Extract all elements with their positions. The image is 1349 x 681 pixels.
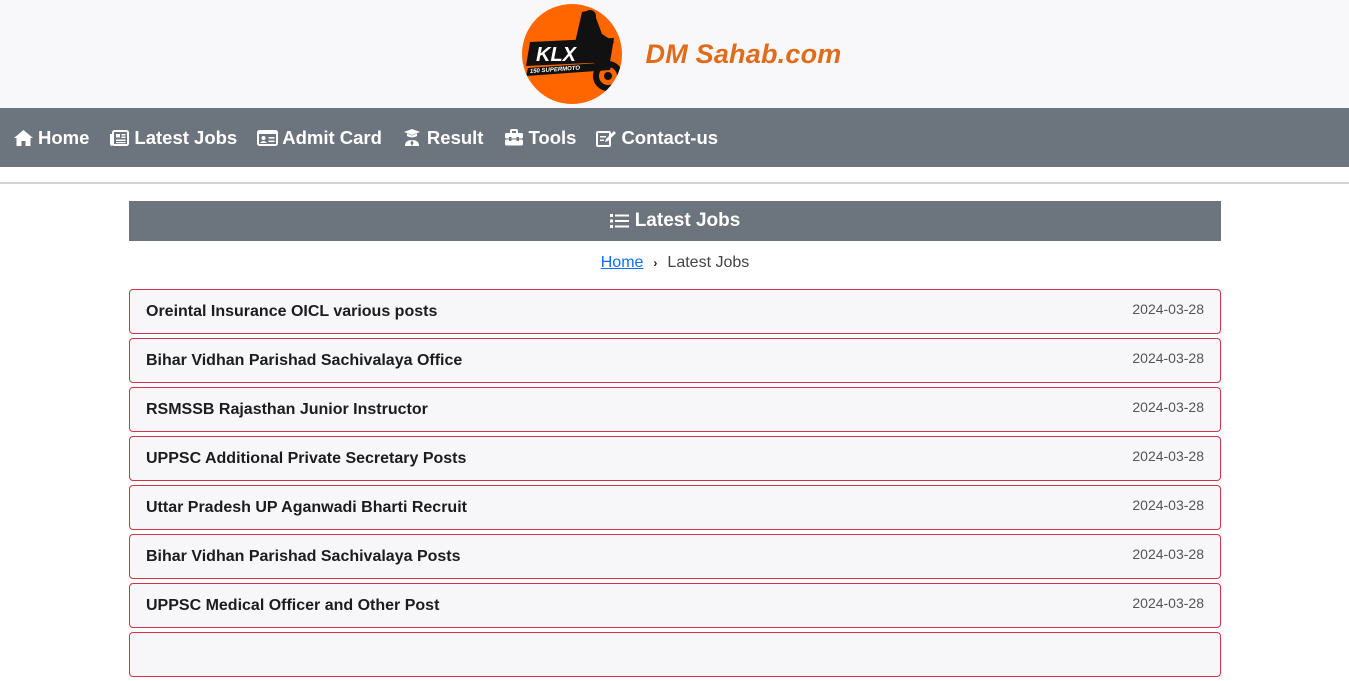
job-title[interactable]: Uttar Pradesh UP Aganwadi Bharti Recruit	[146, 499, 467, 517]
nav-item-home[interactable]: Home	[13, 127, 89, 149]
main-navbar: Home Latest Jobs Admit Card Result Tools…	[0, 108, 1349, 167]
nav-item-contact-us[interactable]: Contact-us	[596, 127, 718, 149]
graduate-icon	[402, 128, 423, 148]
nav-item-label: Tools	[528, 126, 577, 148]
job-date: 2024-03-28	[1132, 448, 1204, 464]
logo-text: KLX	[536, 44, 578, 66]
nav-item-label: Result	[426, 126, 484, 148]
job-title[interactable]: Bihar Vidhan Parishad Sachivalaya Office	[146, 352, 462, 370]
nav-item-latest-jobs[interactable]: Latest Jobs	[109, 127, 237, 149]
breadcrumb-home-link[interactable]: Home	[601, 254, 644, 272]
newspaper-icon	[109, 128, 130, 148]
home-icon	[13, 128, 34, 148]
list-item[interactable]: Bihar Vidhan Parishad Sachivalaya Posts …	[129, 534, 1221, 579]
job-title[interactable]: RSMSSB Rajasthan Junior Instructor	[146, 401, 428, 419]
list-item[interactable]: Bihar Vidhan Parishad Sachivalaya Office…	[129, 338, 1221, 383]
job-title[interactable]: Bihar Vidhan Parishad Sachivalaya Posts	[146, 548, 461, 566]
job-date: 2024-03-28	[1132, 546, 1204, 562]
section-title-text: Latest Jobs	[634, 210, 741, 231]
id-card-icon	[257, 128, 279, 148]
nav-item-result[interactable]: Result	[402, 126, 484, 149]
nav-item-label: Home	[38, 126, 90, 148]
section-title-bar: Latest Jobs	[129, 201, 1221, 241]
breadcrumb-current: Latest Jobs	[667, 254, 750, 271]
nav-item-label: Admit Card	[282, 126, 382, 148]
job-title[interactable]: UPPSC Medical Officer and Other Post	[146, 597, 439, 615]
list-item[interactable]: UPPSC Additional Private Secretary Posts…	[129, 436, 1221, 481]
list-item[interactable]: UPPSC Medical Officer and Other Post 202…	[129, 583, 1221, 628]
toolbox-icon	[503, 128, 524, 148]
nav-item-tools[interactable]: Tools	[503, 127, 576, 149]
nav-item-label: Latest Jobs	[134, 126, 238, 148]
main-content: Latest Jobs Home › Latest Jobs Oreintal …	[129, 201, 1221, 681]
site-logo[interactable]: KLX 150 SUPERMOTO	[521, 4, 622, 104]
breadcrumb: Home › Latest Jobs	[129, 241, 1221, 285]
job-date: 2024-03-28	[1132, 595, 1204, 611]
header-divider	[0, 182, 1349, 184]
list-icon	[609, 213, 629, 229]
edit-icon	[596, 128, 617, 148]
job-date: 2024-03-28	[1132, 301, 1204, 317]
motorbike-logo-icon: KLX 150 SUPERMOTO	[525, 10, 622, 91]
job-title[interactable]: UPPSC Additional Private Secretary Posts	[146, 450, 466, 468]
list-item[interactable]: Uttar Pradesh UP Aganwadi Bharti Recruit…	[129, 485, 1221, 530]
nav-item-label: Contact-us	[621, 126, 719, 148]
job-date: 2024-03-28	[1132, 399, 1204, 415]
job-list: Oreintal Insurance OICL various posts 20…	[129, 289, 1221, 677]
site-name[interactable]: DM Sahab.com	[646, 39, 842, 70]
nav-item-admit-card[interactable]: Admit Card	[257, 127, 382, 149]
list-item[interactable]: RSMSSB Rajasthan Junior Instructor 2024-…	[129, 387, 1221, 432]
list-item[interactable]: Oreintal Insurance OICL various posts 20…	[129, 289, 1221, 334]
job-date: 2024-03-28	[1132, 497, 1204, 513]
job-title[interactable]: Oreintal Insurance OICL various posts	[146, 303, 437, 321]
site-header: KLX 150 SUPERMOTO DM Sahab.com	[0, 0, 1349, 108]
list-item[interactable]	[129, 632, 1221, 677]
chevron-right-icon: ›	[653, 256, 658, 270]
job-date: 2024-03-28	[1132, 350, 1204, 366]
